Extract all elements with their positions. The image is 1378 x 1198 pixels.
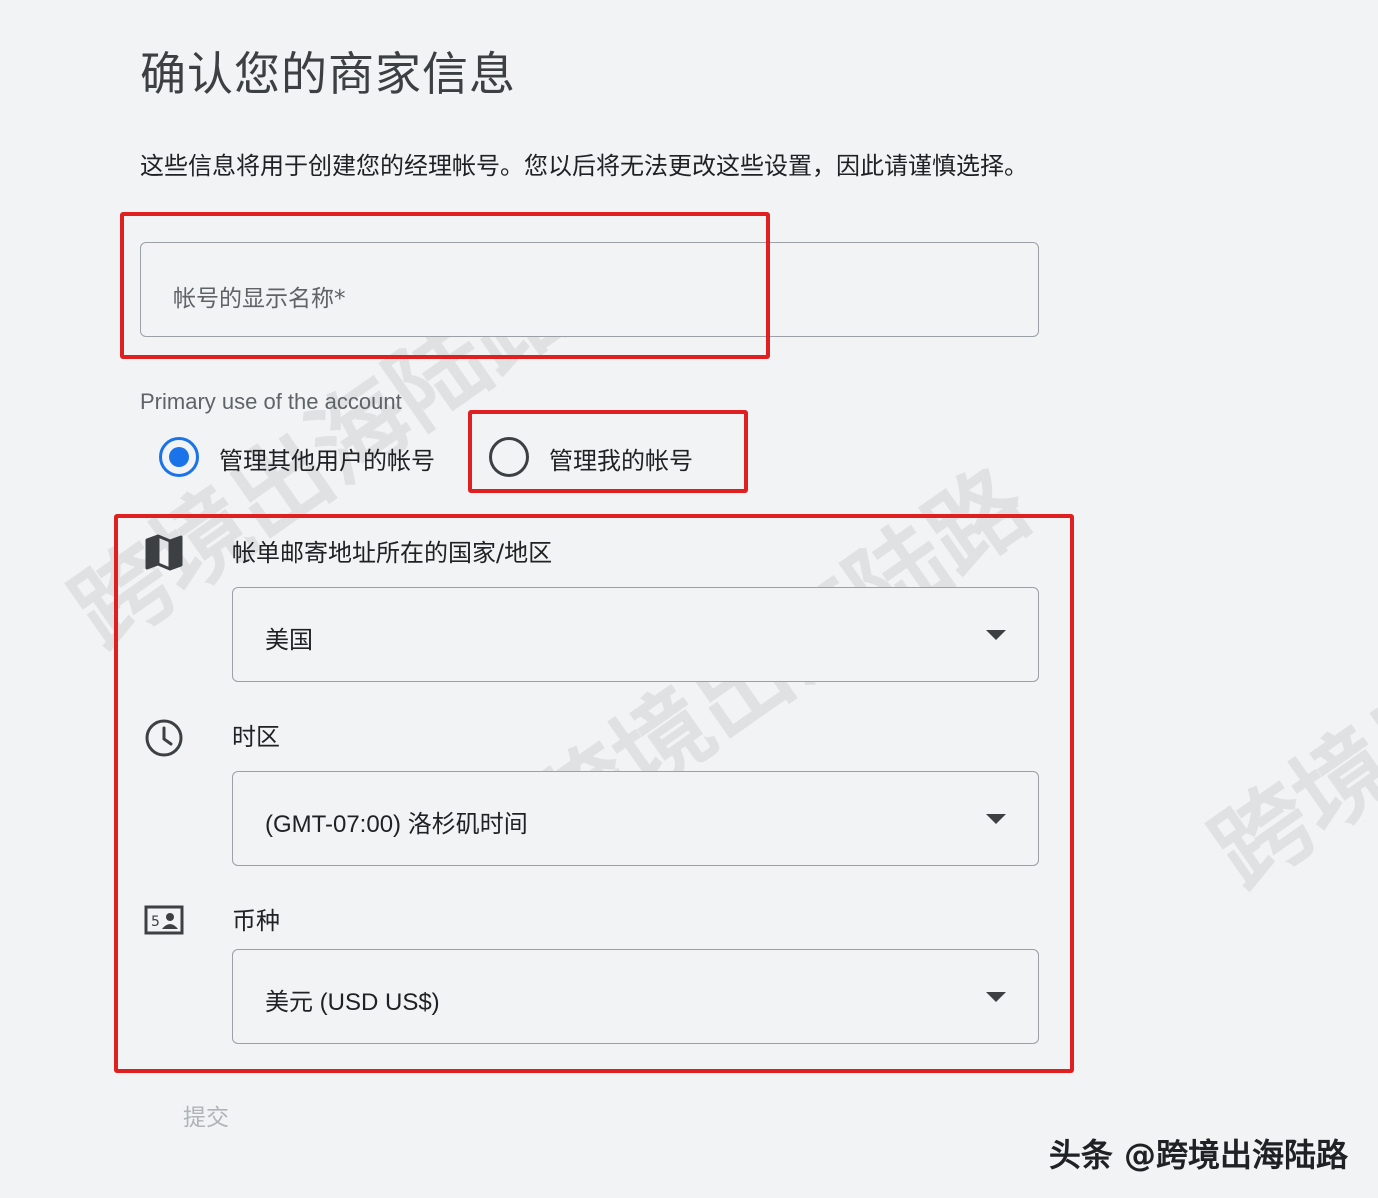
country-label: 帐单邮寄地址所在的国家/地区	[232, 539, 553, 567]
primary-use-label: Primary use of the account	[140, 389, 402, 414]
svg-text:5: 5	[151, 914, 160, 930]
currency-bill-icon: 5	[144, 904, 184, 936]
radio-option-manage-others[interactable]: 管理其他用户的帐号	[159, 437, 459, 477]
country-value: 美国	[265, 627, 313, 654]
currency-value: 美元 (USD US$)	[265, 989, 440, 1016]
page-description: 这些信息将用于创建您的经理帐号。您以后将无法更改这些设置，因此请谨慎选择。	[140, 152, 1028, 180]
attribution-text: 头条 @跨境出海陆路	[1048, 1136, 1348, 1174]
country-select[interactable]: 美国	[232, 587, 1039, 682]
submit-button[interactable]: 提交	[183, 1098, 229, 1132]
clock-icon	[144, 718, 184, 758]
timezone-select[interactable]: (GMT-07:00) 洛杉矶时间	[232, 771, 1039, 866]
timezone-value: (GMT-07:00) 洛杉矶时间	[265, 811, 528, 838]
account-name-placeholder: 帐号的显示名称*	[173, 286, 346, 312]
radio-option-manage-mine[interactable]: 管理我的帐号	[489, 437, 729, 477]
chevron-down-icon	[986, 630, 1006, 640]
radio-label: 管理其他用户的帐号	[219, 447, 435, 475]
account-name-input[interactable]: 帐号的显示名称*	[140, 242, 1039, 337]
chevron-down-icon	[986, 992, 1006, 1002]
chevron-down-icon	[986, 814, 1006, 824]
watermark: 跨境出海陆路	[1192, 487, 1378, 910]
timezone-label: 时区	[232, 723, 280, 751]
radio-checked-icon[interactable]	[159, 437, 199, 477]
map-icon	[144, 532, 184, 572]
radio-label: 管理我的帐号	[549, 447, 693, 475]
radio-unchecked-icon[interactable]	[489, 437, 529, 477]
page-title: 确认您的商家信息	[140, 47, 516, 101]
currency-select[interactable]: 美元 (USD US$)	[232, 949, 1039, 1044]
currency-label: 币种	[232, 907, 280, 935]
